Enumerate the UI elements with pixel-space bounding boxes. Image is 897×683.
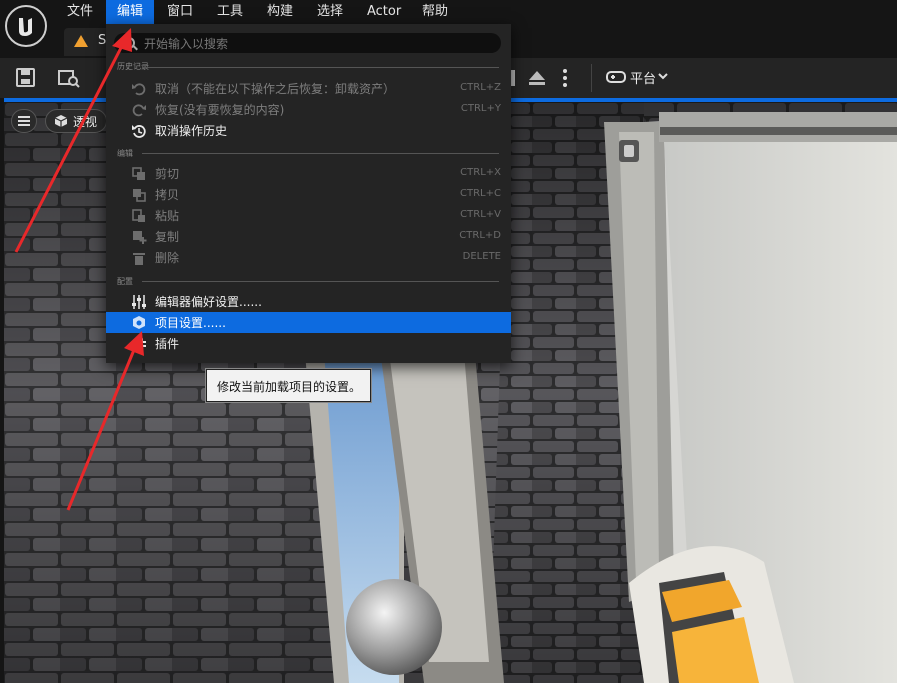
menu-help[interactable]: 帮助 <box>422 0 448 24</box>
menu-file[interactable]: 文件 <box>67 0 93 24</box>
menu-item-label: 剪切 <box>155 167 180 181</box>
undo-icon <box>132 83 146 96</box>
paste-icon <box>132 209 145 222</box>
menu-item-editor-preferences[interactable]: 编辑器偏好设置...... <box>106 291 511 312</box>
search-icon <box>123 37 135 49</box>
menu-item-project-settings[interactable]: 项目设置...... <box>106 312 511 333</box>
section-edit: 编辑 <box>117 149 133 158</box>
section-config: 配置 <box>117 277 133 286</box>
menu-window[interactable]: 窗口 <box>167 0 193 24</box>
menu-build[interactable]: 构建 <box>267 0 293 24</box>
level-icon <box>74 35 88 47</box>
menu-actor[interactable]: Actor <box>367 0 401 24</box>
shortcut-label: CTRL+Z <box>460 82 501 93</box>
unreal-logo-icon[interactable] <box>5 5 47 47</box>
menu-item-duplicate[interactable]: 复制 CTRL+D <box>106 226 511 247</box>
menu-bar: 文件 编辑 窗口 工具 构建 选择 Actor 帮助 <box>0 0 897 24</box>
menu-item-label: 恢复(没有要恢复的内容) <box>155 103 285 117</box>
sliders-icon <box>132 295 146 309</box>
menu-item-label: 项目设置...... <box>155 316 226 330</box>
section-divider <box>142 281 499 282</box>
menu-item-label: 取消（不能在以下操作之后恢复：卸载资产） <box>155 82 396 96</box>
menu-item-undo[interactable]: 取消（不能在以下操作之后恢复：卸载资产） CTRL+Z <box>106 78 511 99</box>
menu-item-label: 删除 <box>155 251 180 265</box>
menu-item-redo[interactable]: 恢复(没有要恢复的内容) CTRL+Y <box>106 99 511 120</box>
cut-icon <box>132 167 145 180</box>
more-options-icon[interactable] <box>553 66 577 90</box>
menu-item-label: 拷贝 <box>155 188 180 202</box>
gamepad-icon <box>606 71 626 83</box>
menu-item-undo-history[interactable]: 取消操作历史 <box>106 120 511 141</box>
history-icon <box>132 125 146 138</box>
menu-item-delete[interactable]: 删除 DELETE <box>106 247 511 268</box>
menu-select[interactable]: 选择 <box>317 0 343 24</box>
menu-item-label: 粘贴 <box>155 209 180 223</box>
menu-item-label: 插件 <box>155 337 180 351</box>
toolbar-divider <box>591 64 592 92</box>
tooltip-text: 修改当前加载项目的设置。 <box>217 380 362 394</box>
project-settings-tooltip: 修改当前加载项目的设置。 <box>206 369 371 402</box>
shortcut-label: CTRL+Y <box>460 103 501 114</box>
menu-tools[interactable]: 工具 <box>217 0 243 24</box>
eject-icon[interactable] <box>525 66 549 90</box>
viewport-options-button[interactable] <box>11 109 37 133</box>
hamburger-icon <box>18 116 30 126</box>
perspective-label: 透视 <box>73 115 98 129</box>
plugin-icon <box>135 338 146 350</box>
shortcut-label: CTRL+D <box>459 230 501 241</box>
edit-menu-dropdown: 历史记录 取消（不能在以下操作之后恢复：卸载资产） CTRL+Z 恢复(没有要恢… <box>106 24 511 363</box>
copy-icon <box>133 189 146 202</box>
chevron-down-icon <box>658 73 668 80</box>
section-divider <box>142 153 499 154</box>
project-settings-icon <box>133 316 145 329</box>
menu-edit[interactable]: 编辑 <box>106 0 154 24</box>
trash-icon <box>133 253 145 265</box>
redo-icon <box>132 104 146 117</box>
duplicate-icon <box>133 231 147 244</box>
cube-icon <box>54 115 68 127</box>
menu-item-cut[interactable]: 剪切 CTRL+X <box>106 163 511 184</box>
shortcut-label: CTRL+X <box>460 167 501 178</box>
shortcut-label: CTRL+C <box>460 188 501 199</box>
menu-search-box[interactable] <box>114 33 501 55</box>
menu-item-label: 复制 <box>155 230 180 244</box>
section-divider <box>142 67 499 68</box>
shortcut-label: CTRL+V <box>460 209 501 220</box>
platforms-label: 平台 <box>630 72 657 87</box>
shortcut-label: DELETE <box>462 251 501 262</box>
save-icon[interactable] <box>14 66 38 90</box>
browse-content-icon[interactable] <box>57 66 81 90</box>
menu-search-input[interactable] <box>142 33 496 55</box>
menu-item-plugins[interactable]: 插件 <box>106 333 511 354</box>
menu-item-paste[interactable]: 粘贴 CTRL+V <box>106 205 511 226</box>
menu-item-label: 取消操作历史 <box>155 124 228 138</box>
menu-item-copy[interactable]: 拷贝 CTRL+C <box>106 184 511 205</box>
perspective-button[interactable]: 透视 <box>45 109 107 133</box>
menu-item-label: 编辑器偏好设置...... <box>155 295 262 309</box>
